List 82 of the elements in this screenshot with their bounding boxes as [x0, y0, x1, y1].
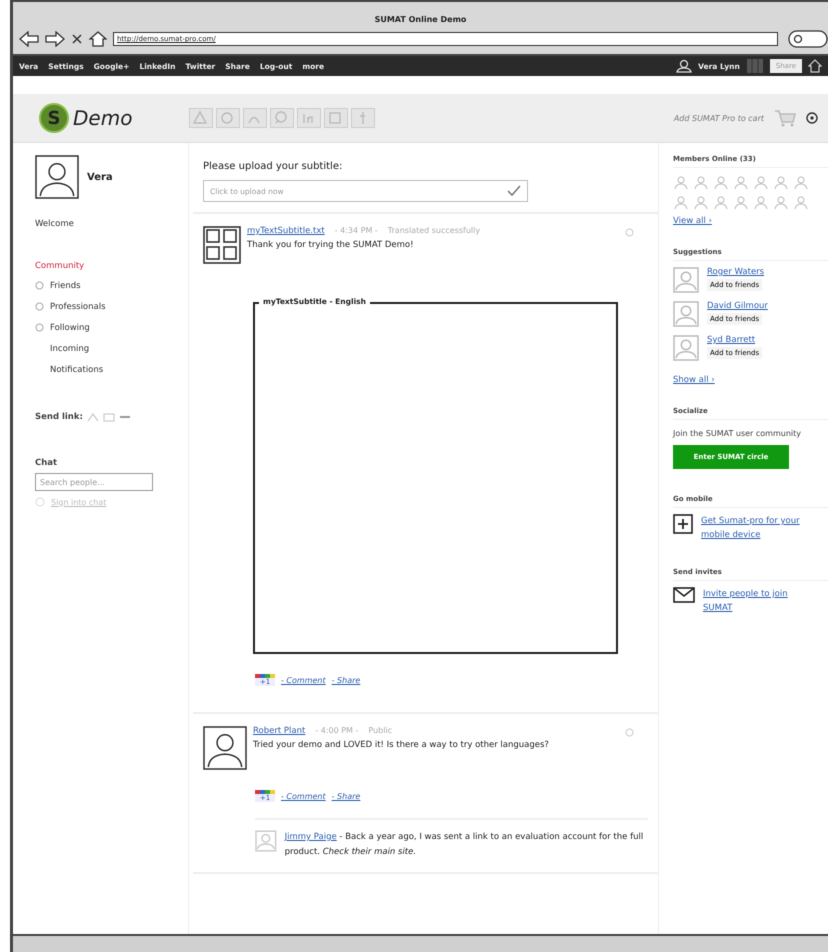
avatar-icon — [673, 301, 699, 327]
mobile-link[interactable]: Get Sumat-pro for your mobile device — [701, 514, 813, 542]
action-link[interactable]: - Comment — [281, 676, 326, 684]
logo-mark: S — [39, 103, 69, 133]
member-icon[interactable] — [773, 194, 789, 210]
toolbar-icon[interactable] — [270, 108, 294, 128]
post-status: Translated successfully — [388, 226, 480, 236]
action-link[interactable]: - Share — [332, 676, 360, 684]
avatar-icon — [203, 726, 247, 770]
view-all-link[interactable]: View all › — [673, 216, 828, 226]
sidebar-item[interactable]: Incoming — [50, 344, 90, 354]
member-icon[interactable] — [673, 194, 689, 210]
toolbar-icon[interactable] — [351, 108, 375, 128]
cart-icon[interactable] — [774, 109, 796, 127]
radio-button[interactable] — [35, 302, 44, 311]
avatar-icon — [35, 155, 79, 199]
avatar-icon — [673, 335, 699, 361]
post-status: Public — [368, 726, 392, 736]
profile-name[interactable]: Vera — [87, 172, 113, 182]
action-link[interactable]: - Share — [332, 792, 360, 800]
forward-icon[interactable] — [45, 31, 65, 47]
plus-icon — [673, 514, 693, 534]
window-title: SUMAT Online Demo — [374, 15, 466, 24]
member-icon[interactable] — [793, 194, 809, 210]
author-link[interactable]: myTextSubtitle.txt — [247, 226, 325, 236]
invite-link[interactable]: Invite people to join SUMAT — [703, 587, 815, 615]
search-icon[interactable] — [788, 30, 828, 48]
member-icon[interactable] — [753, 174, 769, 190]
mail-icon — [673, 587, 695, 603]
member-icon[interactable] — [713, 174, 729, 190]
close-icon[interactable] — [71, 33, 83, 45]
member-icon[interactable] — [753, 194, 769, 210]
send-link-label: Send link: — [35, 412, 83, 422]
person-link[interactable]: Roger Waters — [707, 267, 764, 277]
avatar-icon — [255, 830, 277, 852]
post-time: - 4:00 PM - — [315, 726, 358, 736]
search-field[interactable]: Search people... — [35, 473, 153, 491]
member-icon[interactable] — [693, 174, 709, 190]
member-icon[interactable] — [693, 194, 709, 210]
toolbar-icon[interactable] — [243, 108, 267, 128]
avatar-icon — [673, 267, 699, 293]
person-link[interactable]: David Gilmour — [707, 301, 768, 311]
grid-icon[interactable] — [746, 58, 764, 74]
chat-title: Chat — [35, 458, 58, 468]
author-link[interactable]: Robert Plant — [253, 726, 306, 736]
welcome-link[interactable]: Welcome — [35, 219, 188, 229]
show-all-link[interactable]: Show all › — [673, 375, 828, 385]
toolbar-icon[interactable] — [189, 108, 213, 128]
post-text: Thank you for trying the SUMAT Demo! — [247, 240, 415, 250]
radio-button[interactable] — [35, 281, 44, 290]
action-link[interactable]: - Comment — [281, 792, 326, 800]
person-link[interactable]: Syd Barrett — [707, 335, 756, 345]
author-link[interactable]: Jimmy Paige — [284, 832, 337, 842]
socialize-text: Join the SUMAT user community — [673, 428, 802, 440]
user-icon — [676, 59, 692, 73]
toolbar-icon[interactable] — [297, 108, 321, 128]
member-icon[interactable] — [773, 174, 789, 190]
member-icon[interactable] — [733, 194, 749, 210]
check-icon — [507, 185, 521, 197]
sidebar-item[interactable]: Professionals — [50, 302, 106, 312]
reply-text: Jimmy Paige - Back a year ago, I was sent a link to an evaluation account for the full product. Check their main site. — [284, 831, 644, 859]
sidebar-item[interactable]: Friends — [50, 280, 81, 290]
status-icon — [35, 497, 45, 507]
post-text: Tried your demo and LOVED it! Is there a way to try other languages? — [253, 740, 549, 750]
member-icon[interactable] — [793, 174, 809, 190]
sidebar-item[interactable]: Following — [50, 322, 90, 332]
member-icon[interactable] — [713, 194, 729, 210]
member-icon[interactable] — [673, 174, 689, 190]
post-time: - 4:34 PM - — [334, 226, 378, 236]
back-icon[interactable] — [19, 31, 39, 47]
home-icon[interactable] — [89, 31, 107, 47]
member-icon[interactable] — [733, 174, 749, 190]
cart-link[interactable]: Add SUMAT Pro to cart — [674, 114, 764, 122]
upload-label: Please upload your subtitle: — [203, 161, 344, 172]
section-title[interactable]: Community — [35, 261, 188, 271]
toolbar-icon[interactable] — [324, 108, 348, 128]
toolbar-icon[interactable] — [216, 108, 240, 128]
grid-icon — [203, 226, 241, 264]
mail-icon[interactable] — [102, 412, 115, 422]
sidebar-item[interactable]: Notifications — [50, 364, 104, 374]
radio-button[interactable] — [35, 323, 44, 332]
logo-text: Demo — [73, 106, 132, 130]
